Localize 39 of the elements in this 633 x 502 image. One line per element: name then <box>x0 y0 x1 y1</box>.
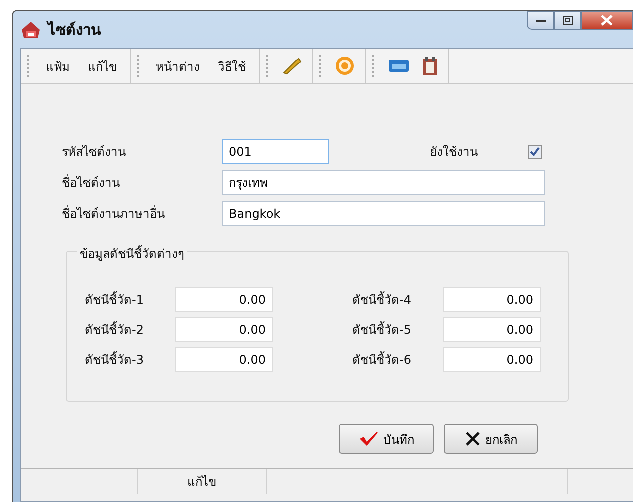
save-button[interactable]: บันทึก <box>339 424 434 454</box>
field-label: ชื่อไซต์งานภาษาอื่น <box>62 204 166 223</box>
app-icon <box>20 20 42 40</box>
field-label: ดัชนีชี้วัด-6 <box>352 350 412 369</box>
cancel-button[interactable]: ยกเลิก <box>444 424 538 454</box>
check-icon <box>358 431 378 447</box>
field-label: ดัชนีชี้วัด-3 <box>85 350 145 369</box>
maximize-icon <box>562 16 572 25</box>
name-field[interactable]: Bangkok <box>222 201 545 226</box>
number-field[interactable]: 0.00 <box>175 287 273 312</box>
checkbox-label: ยังใช้งาน <box>430 144 479 161</box>
calendar-icon[interactable] <box>422 56 438 76</box>
name-field[interactable]: กรุงเทพ <box>222 170 545 195</box>
checkbox[interactable] <box>528 144 542 158</box>
minimize-button[interactable] <box>527 11 554 30</box>
field-label: ชื่อไซต์งาน <box>62 174 121 192</box>
window-title: ไซต์งาน <box>48 20 101 40</box>
field-label: รหัสไซต์งาน <box>62 144 127 161</box>
menu-item[interactable]: แก้ไข <box>85 54 120 78</box>
status-text: แก้ไข <box>188 474 216 491</box>
number-field[interactable]: 0.00 <box>442 287 540 312</box>
field-label: ดัชนีชี้วัด-2 <box>85 320 145 339</box>
field-label: ดัชนีชี้วัด-5 <box>352 320 412 339</box>
minimize-icon <box>536 18 546 22</box>
field-label: ดัชนีชี้วัด-4 <box>352 290 412 309</box>
menu-item[interactable]: แฟ้ม <box>43 54 73 78</box>
menu-item[interactable]: หน้าต่าง <box>153 54 203 78</box>
close-icon <box>464 431 480 447</box>
number-field[interactable]: 0.00 <box>442 347 540 372</box>
field-label: ดัชนีชี้วัด-1 <box>85 290 145 309</box>
number-field[interactable]: 0.00 <box>175 317 273 342</box>
maximize-button[interactable] <box>554 11 581 30</box>
close-icon <box>601 15 613 26</box>
number-field[interactable]: 0.00 <box>442 317 540 342</box>
code-field[interactable]: 001 <box>222 139 329 164</box>
menu-item[interactable]: วิธีใช้ <box>215 54 249 78</box>
close-button[interactable] <box>581 11 633 30</box>
group-title: ข้อมูลดัชนีชี้วัดต่างๆ <box>77 244 187 263</box>
number-field[interactable]: 0.00 <box>175 347 273 372</box>
